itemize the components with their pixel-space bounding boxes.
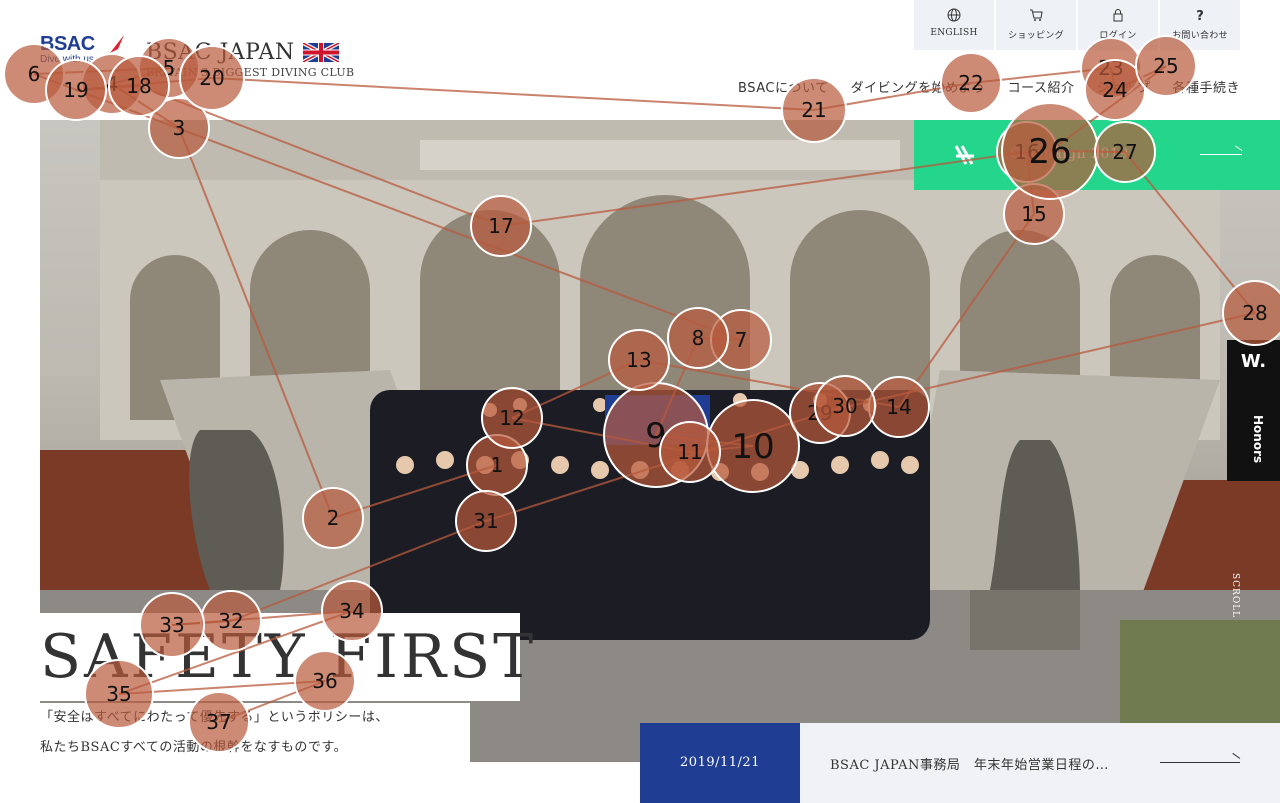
util-english[interactable]: ENGLISH <box>914 0 994 50</box>
sail-icon <box>110 35 124 53</box>
svg-text:?: ? <box>1196 9 1204 22</box>
honors-tab[interactable]: W. Honors <box>1227 340 1280 481</box>
nav-courses[interactable]: コース紹介 <box>986 77 1075 96</box>
nav-shops[interactable]: ショップ <box>1074 77 1150 96</box>
util-shopping[interactable]: ショッピング <box>996 0 1076 50</box>
news-arrow-icon[interactable] <box>1160 762 1240 763</box>
lock-icon <box>1113 9 1123 22</box>
fixation-number: 19 <box>63 78 88 102</box>
hero-line-1: 「安全はすべてにわたって優先する」というポリシーは、 <box>40 710 389 725</box>
logo-wordmark: BSAC <box>40 33 95 55</box>
site-subtitle: BRITAIN'S BIGGEST DIVING CLUB <box>146 66 355 79</box>
main-nav: BSACについて ダイビングを始めよう コース紹介 ショップ 各種手続き <box>716 77 1240 96</box>
util-contact-label: お問い合わせ <box>1172 31 1228 41</box>
util-login-label: ログイン <box>1099 31 1137 41</box>
util-login[interactable]: ログイン <box>1078 0 1158 50</box>
hero-line-2: 私たちBSACすべての活動の根幹をなすものです。 <box>40 740 348 755</box>
campaign-banner[interactable]: Campaign 2019 <box>914 120 1280 190</box>
fixation-path-segment <box>75 85 140 91</box>
util-shopping-label: ショッピング <box>1008 31 1064 41</box>
honors-label: Honors <box>1251 415 1265 464</box>
nav-about[interactable]: BSACについて <box>716 77 829 96</box>
fixation-circle <box>45 59 107 121</box>
scroll-indicator[interactable]: SCROLL <box>1230 573 1240 618</box>
globe-icon <box>947 8 961 22</box>
site-title[interactable]: BSAC JAPAN <box>146 40 295 65</box>
news-date[interactable]: 2019/11/21 <box>640 723 800 803</box>
logo-tagline: Dive with us <box>40 54 94 65</box>
nav-start-diving[interactable]: ダイビングを始めよう <box>829 77 986 96</box>
fixation-marker-19: 19 <box>45 59 107 121</box>
fixation-number: 25 <box>1153 54 1178 78</box>
fixation-number: 6 <box>28 62 41 86</box>
uk-flag-icon <box>303 43 339 62</box>
util-english-label: ENGLISH <box>930 28 978 38</box>
fixation-number: 21 <box>801 98 826 122</box>
campaign-label: Campaign 2019 <box>1010 146 1129 162</box>
news-item[interactable]: BSAC JAPAN事務局 年末年始営業日程の… <box>800 723 1280 803</box>
honors-badge: W. <box>1240 351 1267 372</box>
news-title[interactable]: BSAC JAPAN事務局 年末年始営業日程の… <box>830 754 1109 773</box>
bsac-logo[interactable]: BSAC Dive with us <box>40 33 135 67</box>
hero-description: 「安全はすべてにわたって優先する」というポリシーは、 私たちBSACすべての活動… <box>40 703 470 763</box>
nav-procedures[interactable]: 各種手続き <box>1150 77 1240 96</box>
util-contact[interactable]: ? お問い合わせ <box>1160 0 1240 50</box>
question-icon: ? <box>1196 9 1204 22</box>
cart-icon <box>1030 9 1043 21</box>
campaign-arrow-icon <box>1200 154 1242 155</box>
fixation-number: 4 <box>106 72 119 96</box>
fixation-path-segment <box>75 77 213 91</box>
campaign-logo-icon <box>954 145 974 165</box>
hero-title: SAFETY FIRST <box>40 622 537 692</box>
